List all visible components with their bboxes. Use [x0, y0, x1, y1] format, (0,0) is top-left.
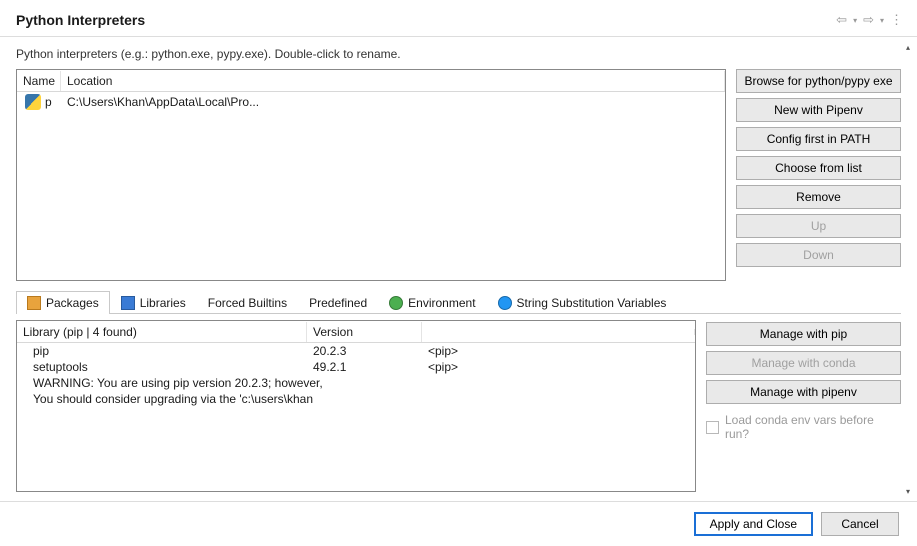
package-source: <pip>: [428, 344, 689, 358]
pip-warning-line1: WARNING: You are using pip version 20.2.…: [17, 375, 695, 391]
package-version: 49.2.1: [313, 360, 428, 374]
manage-pipenv-button[interactable]: Manage with pipenv: [706, 380, 901, 404]
tab-environment[interactable]: Environment: [378, 291, 486, 314]
forward-menu-icon[interactable]: ▾: [880, 16, 884, 25]
interpreter-location: C:\Users\Khan\AppData\Local\Pro...: [67, 95, 721, 109]
dialog-footer: Apply and Close Cancel: [0, 501, 917, 546]
back-menu-icon[interactable]: ▾: [853, 16, 857, 25]
scroll-down-icon[interactable]: ▾: [901, 484, 915, 498]
outer-scrollbar[interactable]: ▴ ▾: [901, 40, 917, 498]
pip-warning-line2: You should consider upgrading via the 'c…: [17, 391, 695, 407]
python-icon: [25, 94, 41, 110]
up-button[interactable]: Up: [736, 214, 901, 238]
package-name: setuptools: [33, 360, 313, 374]
packages-table[interactable]: Library (pip | 4 found) Version pip 20.2…: [16, 320, 696, 492]
manage-pip-button[interactable]: Manage with pip: [706, 322, 901, 346]
interpreter-row[interactable]: p C:\Users\Khan\AppData\Local\Pro...: [17, 92, 725, 112]
down-button[interactable]: Down: [736, 243, 901, 267]
tab-label: Predefined: [309, 296, 367, 310]
libraries-icon: [121, 296, 135, 310]
menu-icon[interactable]: ⋮: [890, 12, 901, 28]
config-path-button[interactable]: Config first in PATH: [736, 127, 901, 151]
tab-packages[interactable]: Packages: [16, 291, 110, 314]
tab-label: String Substitution Variables: [517, 296, 667, 310]
col-version-header[interactable]: Version: [307, 322, 422, 342]
tab-forced-builtins[interactable]: Forced Builtins: [197, 291, 298, 314]
package-row[interactable]: setuptools 49.2.1 <pip>: [17, 359, 695, 375]
checkbox-icon[interactable]: [706, 421, 719, 434]
packages-section: Library (pip | 4 found) Version pip 20.2…: [16, 320, 901, 492]
scroll-up-icon[interactable]: ▴: [901, 40, 915, 54]
package-name: pip: [33, 344, 313, 358]
page-title: Python Interpreters: [16, 12, 145, 28]
new-pipenv-button[interactable]: New with Pipenv: [736, 98, 901, 122]
package-actions: Manage with pip Manage with conda Manage…: [706, 320, 901, 492]
dialog-header: Python Interpreters ⇦ ▾ ⇨ ▾ ⋮: [0, 0, 917, 37]
interpreter-name: p: [45, 95, 67, 109]
col-location-header[interactable]: Location: [61, 71, 725, 91]
interpreters-section: Name Location p C:\Users\Khan\AppData\Lo…: [0, 69, 917, 281]
interpreter-table-header: Name Location: [17, 70, 725, 92]
tab-predefined[interactable]: Predefined: [298, 291, 378, 314]
tab-label: Forced Builtins: [208, 296, 287, 310]
tab-label: Packages: [46, 296, 99, 310]
checkbox-label: Load conda env vars before run?: [725, 413, 901, 441]
cancel-button[interactable]: Cancel: [821, 512, 899, 536]
tab-string-substitution[interactable]: String Substitution Variables: [487, 291, 678, 314]
col-spacer: [422, 329, 695, 335]
interpreter-actions: Browse for python/pypy exe New with Pipe…: [736, 69, 901, 281]
apply-close-button[interactable]: Apply and Close: [694, 512, 813, 536]
environment-icon: [389, 296, 403, 310]
packages-icon: [27, 296, 41, 310]
col-library-header[interactable]: Library (pip | 4 found): [17, 322, 307, 342]
packages-header: Library (pip | 4 found) Version: [17, 321, 695, 343]
load-conda-checkbox[interactable]: Load conda env vars before run?: [706, 413, 901, 441]
package-row[interactable]: pip 20.2.3 <pip>: [17, 343, 695, 359]
package-source: <pip>: [428, 360, 689, 374]
header-toolbar: ⇦ ▾ ⇨ ▾ ⋮: [836, 12, 901, 28]
col-name-header[interactable]: Name: [17, 71, 61, 91]
tab-label: Libraries: [140, 296, 186, 310]
manage-conda-button[interactable]: Manage with conda: [706, 351, 901, 375]
tab-libraries[interactable]: Libraries: [110, 291, 197, 314]
string-sub-icon: [498, 296, 512, 310]
browse-button[interactable]: Browse for python/pypy exe: [736, 69, 901, 93]
back-icon[interactable]: ⇦: [836, 12, 847, 28]
package-version: 20.2.3: [313, 344, 428, 358]
remove-button[interactable]: Remove: [736, 185, 901, 209]
description-text: Python interpreters (e.g.: python.exe, p…: [0, 37, 917, 69]
lower-tabs: Packages Libraries Forced Builtins Prede…: [16, 291, 901, 314]
tab-label: Environment: [408, 296, 475, 310]
forward-icon[interactable]: ⇨: [863, 12, 874, 28]
interpreter-table[interactable]: Name Location p C:\Users\Khan\AppData\Lo…: [16, 69, 726, 281]
choose-list-button[interactable]: Choose from list: [736, 156, 901, 180]
